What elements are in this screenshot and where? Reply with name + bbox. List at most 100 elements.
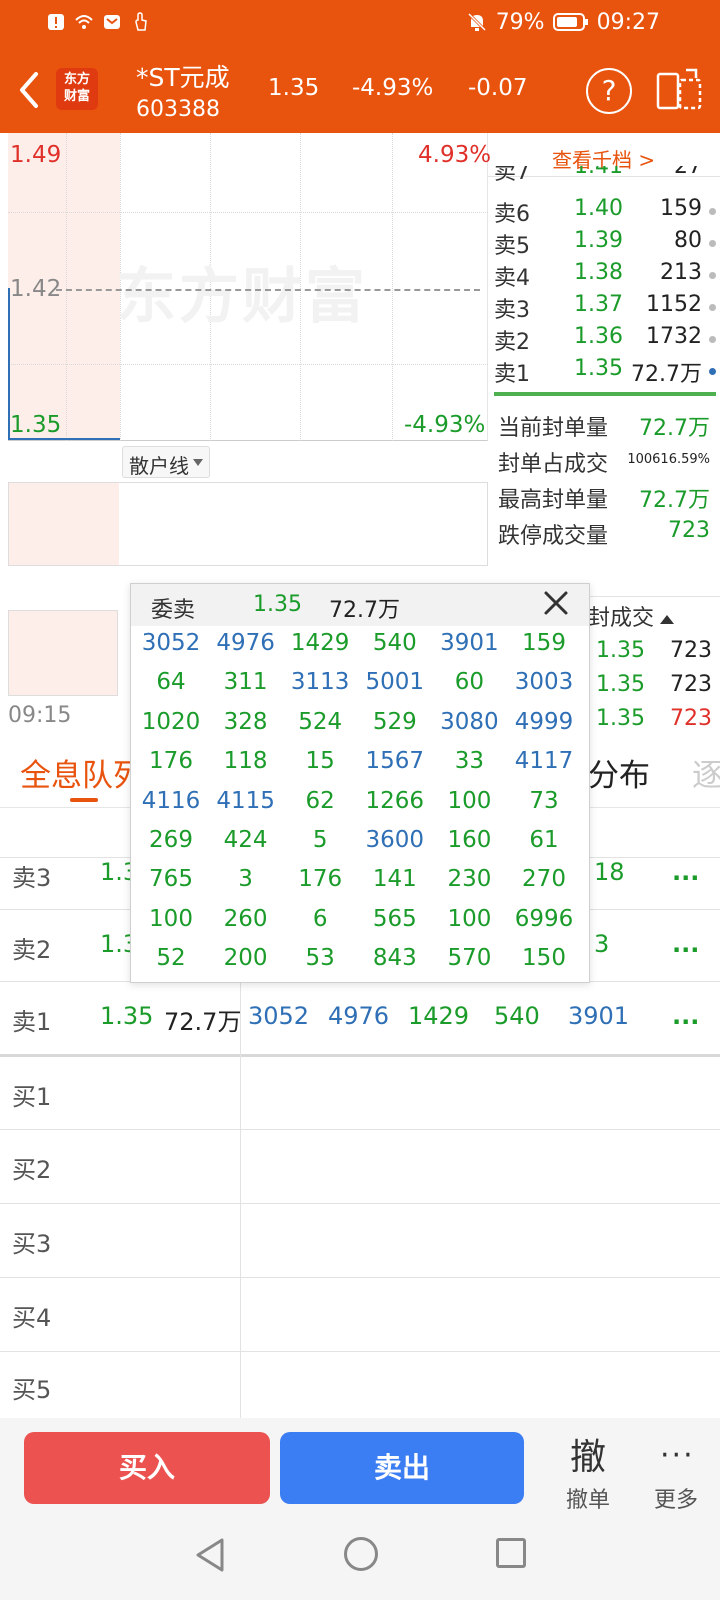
app-logo: 东方 财富 xyxy=(56,68,98,110)
queue-column-divider xyxy=(240,982,241,1418)
axis-high-pct: 4.93% xyxy=(418,142,492,168)
close-icon[interactable] xyxy=(541,588,571,618)
buy-button[interactable]: 买入 xyxy=(24,1432,270,1504)
status-icons-left xyxy=(46,9,150,35)
volume-subchart[interactable] xyxy=(8,610,118,696)
queue-price: 1.35 xyxy=(100,1002,154,1030)
stat-row: 当前封单量 72.7万 xyxy=(498,410,714,442)
queue-dot-icon xyxy=(709,240,716,247)
sell-button[interactable]: 卖出 xyxy=(280,1432,524,1504)
trade-row: 1.35 723 xyxy=(596,672,716,697)
grid-line xyxy=(8,212,488,213)
popup-volume: 72.7万 xyxy=(329,598,400,623)
ask-price: 1.37 xyxy=(574,292,623,317)
more-orders-icon[interactable]: ... xyxy=(672,858,699,886)
ask-price: 1.39 xyxy=(574,228,623,253)
help-button[interactable]: ? xyxy=(586,68,632,114)
popup-order-cell: 424 xyxy=(223,827,268,853)
popup-order-cell: 160 xyxy=(447,827,492,853)
popup-order-cell: 260 xyxy=(223,905,268,932)
stat-row: 最高封单量 72.7万 xyxy=(498,482,714,514)
axis-low-price: 1.35 xyxy=(10,412,62,438)
trade-list-header[interactable]: 封成交 xyxy=(588,600,675,632)
ask-price: 1.38 xyxy=(574,260,623,285)
popup-order-cell: 176 xyxy=(149,748,193,775)
queue-volume: 72.7万 xyxy=(164,1008,242,1036)
ask-volume: 72.7万 xyxy=(631,362,702,387)
popup-order-cell: 4117 xyxy=(514,748,574,775)
more-orders-icon[interactable]: ... xyxy=(672,930,699,958)
grid-line xyxy=(66,133,67,441)
ask-label: 卖3 xyxy=(494,298,530,323)
popup-order-cell: 540 xyxy=(372,630,417,656)
ask-price: 1.41 xyxy=(574,166,623,179)
trade-volume: 723 xyxy=(670,672,712,697)
system-nav-bar xyxy=(0,1522,720,1600)
stock-name: *ST元成 xyxy=(136,63,230,92)
app-root: 79% 09:27 东方 财富 *ST元成 603388 1.35 -4.93%… xyxy=(0,0,720,1600)
queue-row[interactable]: 买3 xyxy=(0,1204,720,1278)
ask-row[interactable]: 卖4 1.38 213 xyxy=(494,260,716,292)
more-icon[interactable]: ··· xyxy=(660,1438,695,1473)
popup-order-cell: 73 xyxy=(529,787,559,814)
queue-order: 18 xyxy=(594,858,625,886)
popup-order-cell: 765 xyxy=(149,866,193,893)
queue-dot-icon xyxy=(709,208,716,215)
touch-icon xyxy=(135,12,147,31)
queue-order: 3052 xyxy=(248,1002,310,1030)
layout-toggle-icon[interactable] xyxy=(656,68,702,112)
popup-order-cell: 100 xyxy=(447,787,492,814)
ask-row[interactable]: 卖7 1.41 27 xyxy=(494,166,716,186)
ask-row[interactable]: 卖2 1.36 1732 xyxy=(494,324,716,356)
popup-order-cell: 100 xyxy=(447,905,492,932)
popup-order-cell: 3080 xyxy=(440,708,499,735)
order-book-divider xyxy=(494,392,716,396)
help-icon: ? xyxy=(601,74,617,107)
popup-header: 委卖 1.35 72.7万 xyxy=(131,584,589,626)
watermark: 东方财富 xyxy=(116,262,368,332)
ask-row[interactable]: 卖1 1.35 72.7万 xyxy=(494,356,716,388)
tab-distribution[interactable]: 分布 xyxy=(588,750,650,795)
queue-row[interactable]: 卖1 1.35 72.7万 3052 4976 1429 540 3901 ..… xyxy=(0,982,720,1054)
order-queue-popup: 委卖 1.35 72.7万 3052 4976 1429 540 3901 159 64 31… xyxy=(130,583,590,983)
queue-row[interactable]: 买1 xyxy=(0,1057,720,1130)
tab-full-queue[interactable]: 全息队列 xyxy=(20,750,144,795)
mute-bell-icon xyxy=(467,12,486,32)
nav-home-icon[interactable] xyxy=(344,1537,378,1571)
queue-row[interactable]: 买5 xyxy=(0,1352,720,1418)
logo-text-2: 财富 xyxy=(63,89,90,104)
queue-dot-icon xyxy=(709,336,716,343)
ask-price: 1.40 xyxy=(574,196,623,221)
queue-label: 买5 xyxy=(12,1376,52,1404)
ask-row[interactable]: 卖3 1.37 1152 xyxy=(494,292,716,324)
ask-label: 卖2 xyxy=(494,330,530,355)
nav-recents-icon[interactable] xyxy=(496,1538,526,1568)
more-button[interactable]: 更多 xyxy=(654,1482,698,1514)
ask-row[interactable]: 卖5 1.39 80 xyxy=(494,228,716,260)
popup-order-cell: 60 xyxy=(454,669,485,696)
tab-next[interactable]: 逐 xyxy=(692,750,720,795)
queue-row[interactable]: 买4 xyxy=(0,1278,720,1352)
queue-dot-icon xyxy=(709,304,716,311)
stat-value: 100616.59% xyxy=(627,452,710,467)
popup-order-cell: 3 xyxy=(238,866,253,893)
ask-row[interactable]: 卖6 1.40 159 xyxy=(494,196,716,228)
queue-row[interactable]: 买2 xyxy=(0,1130,720,1204)
stat-value: 723 xyxy=(668,518,710,543)
sort-up-icon xyxy=(660,614,675,624)
queue-label: 卖1 xyxy=(12,1008,52,1036)
more-orders-icon[interactable]: ... xyxy=(672,1002,699,1030)
indicator-subchart[interactable] xyxy=(8,482,488,566)
header-price: 1.35 xyxy=(268,75,320,101)
stat-label: 封单占成交 xyxy=(498,452,609,477)
indicator-dropdown-label: 散户线 xyxy=(129,454,189,478)
grid-line xyxy=(392,133,393,441)
ask-label: 卖5 xyxy=(494,234,530,259)
cancel-order-icon[interactable]: 撤 xyxy=(570,1428,606,1480)
indicator-dropdown[interactable]: 散户线 xyxy=(122,446,210,478)
ask-price: 1.36 xyxy=(574,324,623,349)
nav-back-icon[interactable] xyxy=(192,1536,228,1574)
cancel-order-button[interactable]: 撤单 xyxy=(566,1482,610,1514)
popup-order-cell: 1266 xyxy=(365,787,425,814)
back-icon[interactable] xyxy=(16,70,42,110)
